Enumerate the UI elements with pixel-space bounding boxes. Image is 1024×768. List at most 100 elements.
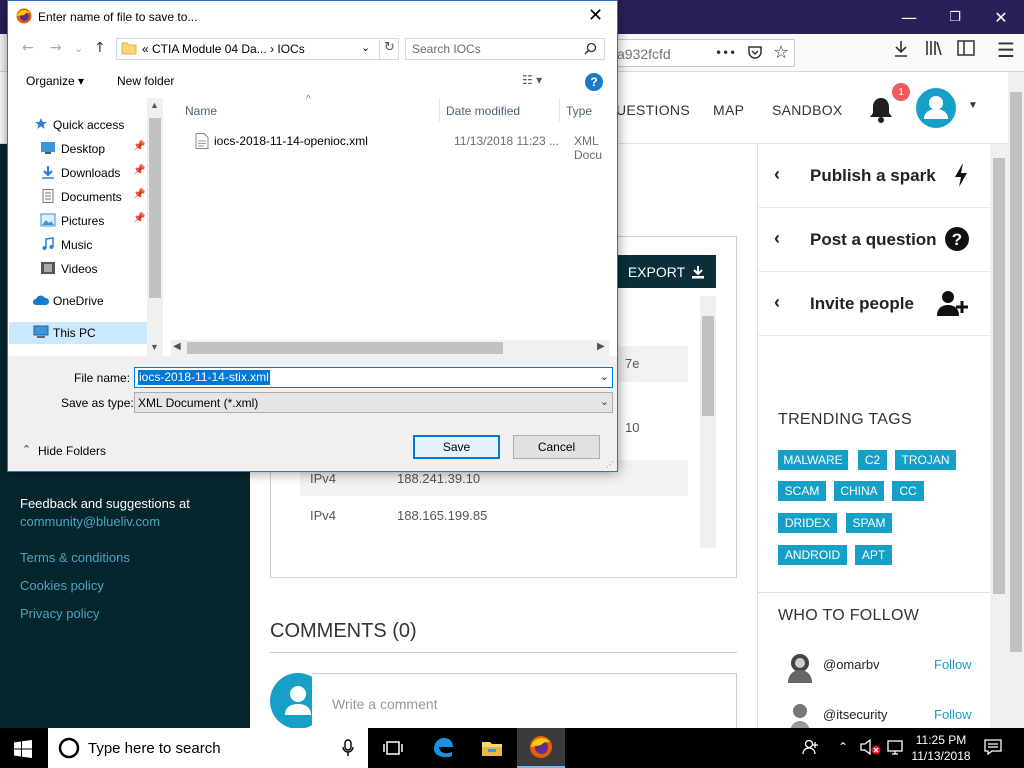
chevron-down-icon[interactable]: ⌄ [600,395,609,408]
comment-input[interactable]: Write a comment [312,673,737,733]
hide-folders-button[interactable]: Hide Folders [38,444,106,458]
follow-button[interactable]: Follow [934,707,972,722]
cookies-link[interactable]: Cookies policy [20,578,104,593]
chevron-left-icon[interactable]: ◀ [173,341,181,352]
edge-icon[interactable] [419,728,467,768]
invite-people-action[interactable]: ‹ Invite people [758,272,991,336]
tree-item-quick-access[interactable]: Quick access [8,114,147,136]
chevron-down-icon[interactable]: ▼ [150,342,159,352]
close-window-button[interactable]: ✕ [978,0,1024,34]
column-date-modified[interactable]: Date modified [446,104,520,118]
bookmark-star-icon[interactable]: ☆ [773,42,789,63]
tree-item-downloads[interactable]: Downloads 📌 [8,162,147,184]
pocket-icon[interactable] [747,44,763,64]
nav-sandbox[interactable]: SANDBOX [772,102,843,118]
action-center-icon[interactable] [984,739,1002,759]
tag-dridex[interactable]: DRIDEX [778,513,837,533]
file-row[interactable]: iocs-2018-11-14-openioc.xml 11/13/2018 1… [179,130,617,162]
hamburger-menu-icon[interactable]: ☰ [997,38,1015,62]
nav-pane-scrollbar[interactable]: ▲ ▼ [147,98,163,356]
new-folder-button[interactable]: New folder [117,74,174,88]
publish-spark-action[interactable]: ‹ Publish a spark [758,144,991,208]
scrollbar-thumb[interactable] [1010,92,1022,652]
more-dots-icon[interactable]: ••• [715,46,736,60]
tree-item-this-pc[interactable]: This PC [8,322,147,344]
page-scrollbar[interactable] [1008,72,1024,728]
chevron-down-icon[interactable]: ▼ [968,100,978,111]
volume-muted-icon[interactable] [860,738,882,759]
help-icon[interactable]: ? [585,73,603,91]
cancel-button[interactable]: Cancel [513,435,600,459]
nav-questions[interactable]: UESTIONS [616,102,690,118]
taskbar-search-input[interactable]: Type here to search [48,728,368,768]
follow-button[interactable]: Follow [934,657,972,672]
tag-scam[interactable]: SCAM [778,481,826,501]
microphone-icon[interactable] [342,739,354,762]
forward-arrow-icon[interactable]: → [50,40,62,56]
tree-item-documents[interactable]: Documents 📌 [8,186,147,208]
tree-item-onedrive[interactable]: OneDrive [8,290,147,312]
tree-item-music[interactable]: Music [8,234,147,256]
refresh-icon[interactable]: ↻ [379,40,395,59]
restore-button[interactable]: ❐ [932,0,978,34]
column-separator[interactable] [559,98,560,122]
tree-item-desktop[interactable]: Desktop 📌 [8,138,147,160]
sidebar-icon[interactable] [957,40,975,61]
clock-time[interactable]: 11:25 PM [908,733,974,747]
tree-item-pictures[interactable]: Pictures 📌 [8,210,147,232]
follow-handle[interactable]: @omarbv [823,657,880,672]
tag-malware[interactable]: MALWARE [778,450,848,470]
chevron-up-icon[interactable]: ▲ [150,100,159,110]
windows-start-icon[interactable] [14,740,32,763]
library-icon[interactable] [925,40,943,61]
chevron-down-icon[interactable]: ⌄ [361,41,370,54]
file-name-field[interactable]: iocs-2018-11-14-stix.xml ⌄ [134,367,613,388]
resize-grip-icon[interactable]: ⋰ [606,460,614,469]
chevron-right-icon[interactable]: ▶ [597,341,605,352]
community-email-link[interactable]: community@blueliv.com [20,514,160,529]
close-icon[interactable]: ✕ [588,5,603,26]
back-arrow-icon[interactable]: ← [22,40,34,56]
column-separator[interactable] [439,98,440,122]
post-question-action[interactable]: ‹ Post a question ? [758,208,991,272]
chevron-up-icon[interactable]: ⌃ [838,740,848,754]
file-explorer-icon[interactable] [468,728,516,768]
people-icon[interactable] [802,739,820,759]
task-view-icon[interactable] [369,728,417,768]
bell-icon[interactable] [868,96,894,123]
sidebar-scrollbar[interactable] [990,144,1008,728]
follow-handle[interactable]: @itsecurity [823,707,888,722]
network-icon[interactable] [887,739,905,759]
recent-dropdown-icon[interactable]: ⌄ [74,42,83,55]
clock-date[interactable]: 11/13/2018 [908,749,974,763]
tag-c2[interactable]: C2 [858,450,887,470]
save-as-type-select[interactable]: XML Document (*.xml) ⌄ [134,392,613,413]
tag-trojan[interactable]: TROJAN [895,450,956,470]
file-list-hscrollbar[interactable]: ◀ ▶ [171,340,609,356]
save-button[interactable]: Save [413,435,500,459]
chevron-down-icon[interactable]: ⌄ [600,370,609,383]
user-avatar[interactable] [916,88,956,128]
up-arrow-icon[interactable]: ↑ [94,40,106,56]
view-options-icon[interactable]: ☷ ▾ [522,73,542,87]
column-name[interactable]: Name [185,104,217,118]
tag-apt[interactable]: APT [855,545,892,565]
tag-china[interactable]: CHINA [834,481,884,501]
minimize-button[interactable]: — [886,0,932,34]
firefox-taskbar-icon[interactable] [517,728,565,768]
download-icon[interactable] [893,40,909,63]
scrollbar-thumb[interactable] [187,342,503,354]
scrollbar-thumb[interactable] [702,316,714,416]
tree-item-videos[interactable]: Videos [8,258,147,280]
address-bar[interactable]: « CTIA Module 04 Da... › IOCs ⌄ ↻ [116,38,399,60]
privacy-link[interactable]: Privacy policy [20,606,99,621]
url-bar[interactable]: a932fcfd ••• ☆ [590,39,795,67]
tag-spam[interactable]: SPAM [846,513,892,533]
organize-button[interactable]: Organize ▾ [26,74,84,88]
nav-map[interactable]: MAP [713,102,744,118]
column-type[interactable]: Type [566,104,592,118]
export-button[interactable]: EXPORT [617,255,716,288]
search-input[interactable]: Search IOCs [405,38,605,60]
chevron-up-icon[interactable]: ⌃ [22,443,31,456]
tag-cc[interactable]: CC [892,481,924,501]
